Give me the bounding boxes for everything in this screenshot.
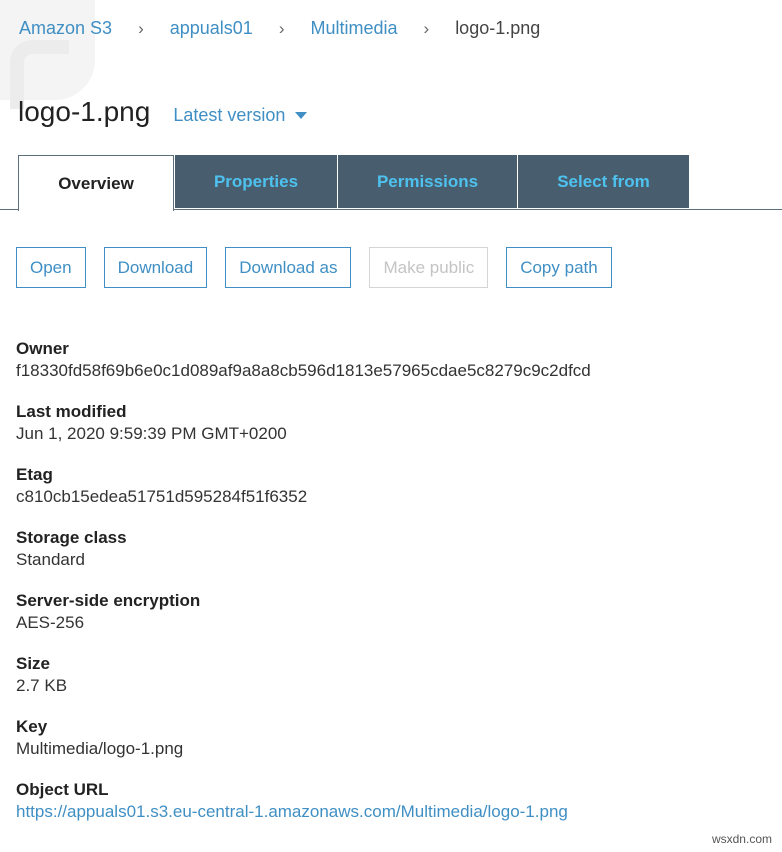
caret-down-icon xyxy=(295,112,308,119)
breadcrumb-folder[interactable]: Multimedia xyxy=(310,18,397,39)
encryption-field: Server-side encryption AES-256 xyxy=(16,591,591,654)
title-row: logo-1.png Latest version xyxy=(18,96,308,128)
key-value: Multimedia/logo-1.png xyxy=(16,739,184,758)
open-button[interactable]: Open xyxy=(16,247,86,288)
object-url-link[interactable]: https://appuals01.s3.eu-central-1.amazon… xyxy=(16,802,568,821)
tab-select-from[interactable]: Select from xyxy=(518,155,689,208)
object-url-field: Object URL https://appuals01.s3.eu-centr… xyxy=(16,780,591,843)
make-public-button: Make public xyxy=(369,247,489,288)
object-details: Owner f18330fd58f69b6e0c1d089af9a8a8cb59… xyxy=(16,339,591,843)
last-modified-label: Last modified xyxy=(16,402,127,421)
owner-field: Owner f18330fd58f69b6e0c1d089af9a8a8cb59… xyxy=(16,339,591,402)
size-field: Size 2.7 KB xyxy=(16,654,591,717)
page-title: logo-1.png xyxy=(18,96,151,127)
version-dropdown[interactable]: Latest version xyxy=(173,105,308,126)
action-buttons: Open Download Download as Make public Co… xyxy=(16,247,630,288)
storage-class-value: Standard xyxy=(16,550,85,569)
version-dropdown-label: Latest version xyxy=(173,105,286,125)
size-value: 2.7 KB xyxy=(16,676,68,695)
owner-value: f18330fd58f69b6e0c1d089af9a8a8cb596d1813… xyxy=(16,361,591,380)
storage-class-field: Storage class Standard xyxy=(16,528,591,591)
tab-bar: Overview Properties Permissions Select f… xyxy=(0,155,782,211)
breadcrumb: Amazon S3 › appuals01 › Multimedia › log… xyxy=(19,18,540,39)
size-label: Size xyxy=(16,654,51,673)
copy-path-button[interactable]: Copy path xyxy=(506,247,612,288)
last-modified-value: Jun 1, 2020 9:59:39 PM GMT+0200 xyxy=(16,424,287,443)
breadcrumb-current: logo-1.png xyxy=(455,18,541,38)
key-label: Key xyxy=(16,717,48,736)
storage-class-label: Storage class xyxy=(16,528,127,547)
breadcrumb-separator-icon: › xyxy=(138,18,144,38)
encryption-value: AES-256 xyxy=(16,613,85,632)
breadcrumb-separator-icon: › xyxy=(423,18,430,38)
last-modified-field: Last modified Jun 1, 2020 9:59:39 PM GMT… xyxy=(16,402,591,465)
key-field: Key Multimedia/logo-1.png xyxy=(16,717,591,780)
download-button[interactable]: Download xyxy=(103,247,208,288)
site-watermark: wsxdn.com xyxy=(711,832,772,846)
owner-label: Owner xyxy=(16,339,69,358)
etag-label: Etag xyxy=(16,465,53,484)
object-url-label: Object URL xyxy=(16,780,109,799)
tab-properties[interactable]: Properties xyxy=(175,155,337,208)
encryption-label: Server-side encryption xyxy=(16,591,201,610)
background-watermark-shape xyxy=(0,0,95,109)
etag-value: c810cb15edea51751d595284f51f6352 xyxy=(16,487,308,506)
etag-field: Etag c810cb15edea51751d595284f51f6352 xyxy=(16,465,591,528)
download-as-button[interactable]: Download as xyxy=(225,247,352,288)
tab-overview[interactable]: Overview xyxy=(18,155,174,211)
breadcrumb-separator-icon: › xyxy=(278,18,285,38)
breadcrumb-bucket[interactable]: appuals01 xyxy=(170,18,253,39)
tab-permissions[interactable]: Permissions xyxy=(338,155,517,208)
breadcrumb-amazon-s3[interactable]: Amazon S3 xyxy=(19,18,112,39)
